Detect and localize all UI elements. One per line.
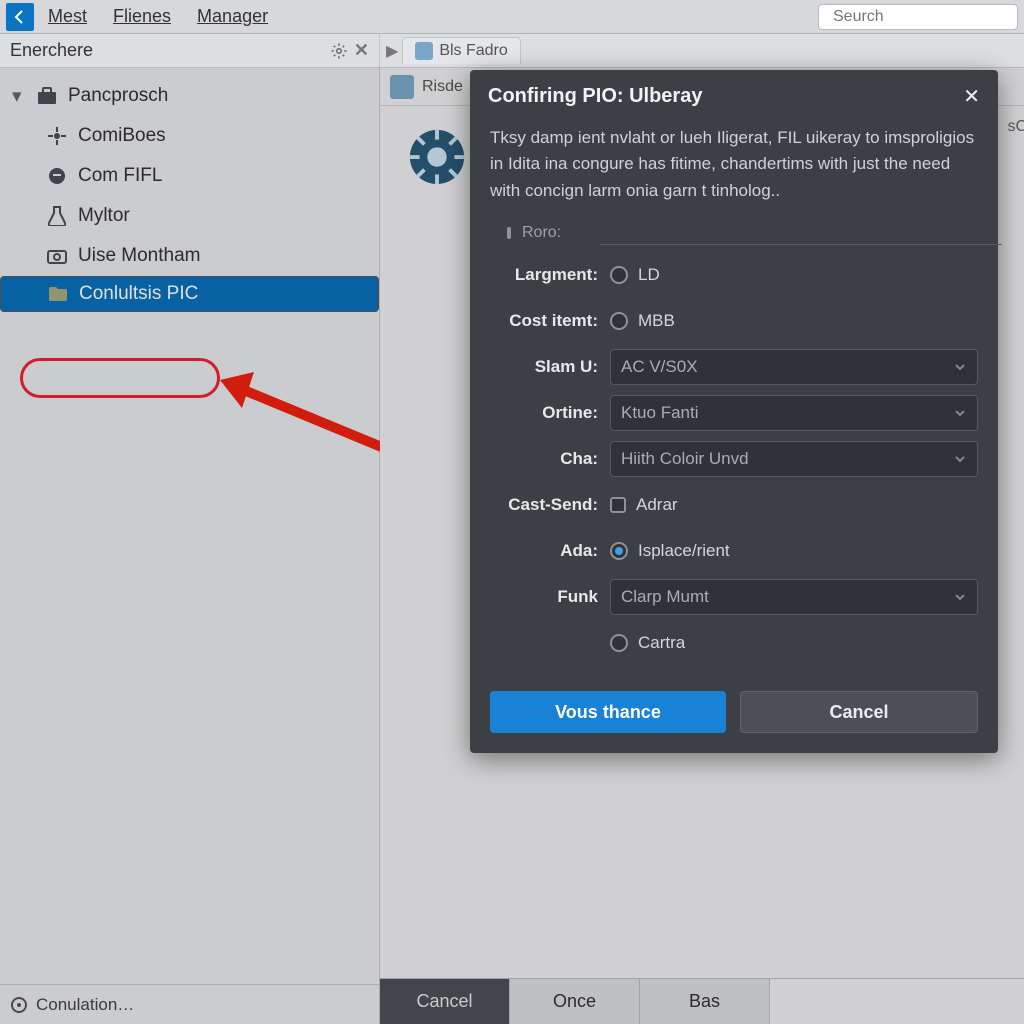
label-cast: Cast-Send: bbox=[490, 495, 610, 515]
cancel-dialog-button[interactable]: Cancel bbox=[740, 691, 978, 733]
chevron-down-icon bbox=[953, 406, 967, 420]
sidebar-header: Enerchere ✕ bbox=[0, 34, 380, 67]
label-ortine: Ortine: bbox=[490, 403, 610, 423]
cancel-button[interactable]: Cancel bbox=[380, 979, 510, 1024]
chevron-down-icon bbox=[953, 360, 967, 374]
tree-item-pancprosch[interactable]: ▾ Pancprosch bbox=[0, 76, 379, 116]
label-ada: Ada: bbox=[490, 541, 610, 561]
chat-icon bbox=[46, 165, 68, 187]
arrows-icon bbox=[46, 125, 68, 147]
dialog-description: Tksy damp ient nvlaht or lueh Iligerat, … bbox=[470, 119, 998, 218]
tree-item-comiboes[interactable]: ComiBoes bbox=[0, 116, 379, 156]
briefcase-icon bbox=[36, 85, 58, 107]
value-ada: Isplace/rient bbox=[638, 541, 730, 561]
target-icon bbox=[10, 996, 28, 1014]
search-box[interactable] bbox=[818, 4, 1018, 30]
close-panel-icon[interactable]: ✕ bbox=[354, 40, 369, 61]
tab-chevron-icon[interactable]: ▶ bbox=[386, 41, 398, 61]
value-cost: MBB bbox=[638, 311, 675, 331]
label-funk: Funk bbox=[490, 587, 610, 607]
label-cost: Cost itemt: bbox=[490, 311, 610, 331]
expand-icon[interactable]: ▾ bbox=[12, 85, 26, 108]
close-icon[interactable]: ✕ bbox=[963, 84, 980, 109]
camera-icon bbox=[46, 245, 68, 267]
label-largment: Largment: bbox=[490, 265, 610, 285]
tree-label: Myltor bbox=[78, 205, 130, 227]
config-dialog: Confiring PIO: Ulberay ✕ Tksy damp ient … bbox=[470, 70, 998, 753]
tree-item-myltor[interactable]: Myltor bbox=[0, 196, 379, 236]
info-icon bbox=[502, 226, 516, 240]
radio-largment[interactable] bbox=[610, 266, 628, 284]
tree-label: Com FIFL bbox=[78, 165, 162, 187]
select-cha[interactable]: Hiith Coloir Unvd bbox=[610, 441, 978, 477]
flask-icon bbox=[46, 205, 68, 227]
project-sidebar: ▾ Pancprosch ComiBoes Com FIFL Myltor Ui… bbox=[0, 68, 380, 1024]
tree-label: Uise Montham bbox=[78, 245, 201, 267]
dialog-section-label: Roro: bbox=[470, 218, 998, 242]
select-ortine[interactable]: Ktuo Fanti bbox=[610, 395, 978, 431]
radio-ada[interactable] bbox=[610, 542, 628, 560]
chevron-down-icon bbox=[953, 590, 967, 604]
folder-icon bbox=[47, 283, 69, 305]
select-slam[interactable]: AC V/S0X bbox=[610, 349, 978, 385]
tree-item-comfifl[interactable]: Com FIFL bbox=[0, 156, 379, 196]
select-funk[interactable]: Clarp Mumt bbox=[610, 579, 978, 615]
sidebar-title: Enerchere bbox=[10, 40, 93, 61]
tab-label: Bls Fadro bbox=[439, 42, 507, 60]
breadcrumb-label: Risde bbox=[422, 78, 463, 96]
dialog-form: Largment: LD Cost itemt: MBB Slam U: AC … bbox=[470, 255, 998, 673]
once-button[interactable]: Once bbox=[510, 979, 640, 1024]
tree-item-uise[interactable]: Uise Montham bbox=[0, 236, 379, 276]
bas-button[interactable]: Bas bbox=[640, 979, 770, 1024]
checkbox-cast[interactable] bbox=[610, 497, 626, 513]
value-largment: LD bbox=[638, 265, 660, 285]
search-input[interactable] bbox=[833, 8, 1024, 26]
project-tree: ▾ Pancprosch ComiBoes Com FIFL Myltor Ui… bbox=[0, 68, 379, 984]
menu-manager[interactable]: Manager bbox=[185, 2, 280, 31]
gear-icon[interactable] bbox=[330, 42, 348, 60]
menu-mest[interactable]: Mest bbox=[36, 2, 99, 31]
arrow-left-icon bbox=[12, 9, 28, 25]
tree-label: Pancprosch bbox=[68, 85, 168, 107]
editor-tabbar: ▶ Bls Fadro bbox=[380, 34, 1024, 67]
tree-label: ComiBoes bbox=[78, 125, 166, 147]
tree-label: Conlultsis PIC bbox=[79, 283, 198, 305]
back-button[interactable] bbox=[6, 3, 34, 31]
top-menubar: Mest Flienes Manager bbox=[0, 0, 1024, 34]
label-slam: Slam U: bbox=[490, 357, 610, 377]
corner-text: sCL bbox=[1008, 118, 1024, 136]
bottom-button-bar: Cancel Once Bas bbox=[380, 978, 1024, 1024]
radio-cost[interactable] bbox=[610, 312, 628, 330]
radio-cartra[interactable] bbox=[610, 634, 628, 652]
dialog-title: Confiring PIO: Ulberay bbox=[488, 85, 963, 108]
sub-toolbar: Enerchere ✕ ▶ Bls Fadro bbox=[0, 34, 1024, 68]
database-icon bbox=[390, 75, 414, 99]
confirm-button[interactable]: Vous thance bbox=[490, 691, 726, 733]
database-icon bbox=[415, 42, 433, 60]
menu-flienes[interactable]: Flienes bbox=[101, 2, 183, 31]
tab-bls-fadro[interactable]: Bls Fadro bbox=[402, 37, 520, 64]
tree-item-conlultsis[interactable]: Conlultsis PIC bbox=[0, 276, 379, 312]
label-cha: Cha: bbox=[490, 449, 610, 469]
chevron-down-icon bbox=[953, 452, 967, 466]
footer-label: Conulation… bbox=[36, 995, 134, 1015]
value-cast: Adrar bbox=[636, 495, 678, 515]
value-cartra: Cartra bbox=[638, 633, 685, 653]
settings-gear-icon bbox=[406, 126, 468, 188]
sidebar-footer[interactable]: Conulation… bbox=[0, 984, 379, 1024]
